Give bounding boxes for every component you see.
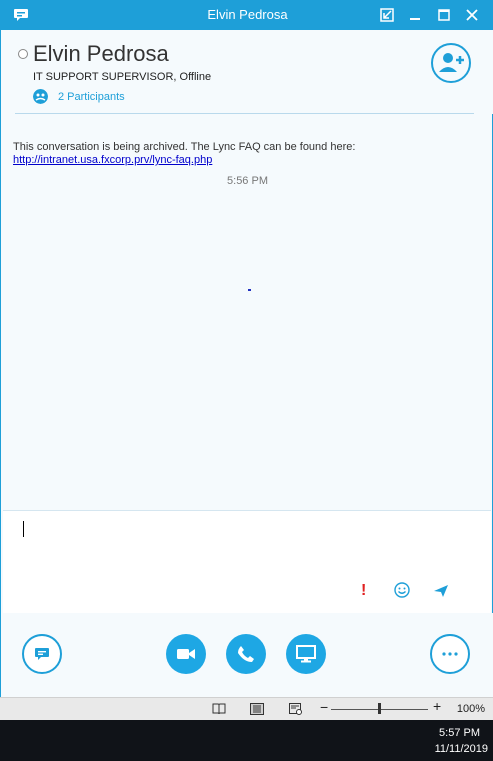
taskbar-clock-time[interactable]: 5:57 PM <box>439 727 480 739</box>
ellipsis-icon <box>442 652 458 656</box>
taskbar: 5:57 PM 11/11/2019 <box>0 720 493 761</box>
web-layout-icon[interactable] <box>289 703 303 715</box>
zoom-slider-thumb[interactable] <box>378 703 381 714</box>
message-input[interactable] <box>3 510 491 614</box>
presence-status-icon <box>18 49 28 59</box>
faq-link[interactable]: http://intranet.usa.fxcorp.prv/lync-faq.… <box>13 154 212 166</box>
emoticon-icon[interactable] <box>394 582 410 598</box>
taskbar-clock-date[interactable]: 11/11/2019 <box>435 743 488 755</box>
text-caret <box>23 521 24 537</box>
read-mode-icon[interactable] <box>212 703 226 715</box>
pop-out-icon[interactable] <box>378 6 396 24</box>
minimize-icon[interactable] <box>406 6 424 24</box>
contact-status: IT SUPPORT SUPERVISOR, Offline <box>33 71 212 83</box>
monitor-icon <box>296 645 316 663</box>
zoom-level[interactable]: 100% <box>457 703 485 715</box>
title-bar[interactable]: Elvin Pedrosa <box>1 0 493 30</box>
close-icon[interactable] <box>463 6 481 24</box>
more-options-button[interactable] <box>430 634 470 674</box>
message-timestamp: 5:56 PM <box>227 175 268 187</box>
add-person-icon[interactable] <box>431 43 471 83</box>
phone-icon <box>238 646 254 662</box>
cursor-mark <box>248 289 251 291</box>
zoom-in-button[interactable]: + <box>433 698 441 714</box>
chat-bubble-icon <box>35 648 49 660</box>
send-icon[interactable] <box>433 584 449 598</box>
importance-button[interactable]: ! <box>361 582 366 600</box>
participants-link[interactable]: 2 Participants <box>58 91 125 103</box>
zoom-out-button[interactable]: − <box>320 699 328 715</box>
participants-icon[interactable] <box>33 89 48 104</box>
conversation-window: Elvin Pedrosa Elvin Pedrosa IT SUPPORT S… <box>0 0 493 697</box>
archive-notice: This conversation is being archived. The… <box>13 141 356 153</box>
conversation-history[interactable] <box>2 114 493 510</box>
status-bar: − + 100% <box>0 697 493 721</box>
video-camera-icon <box>177 649 195 659</box>
maximize-icon[interactable] <box>435 6 453 24</box>
contact-name[interactable]: Elvin Pedrosa <box>33 41 169 67</box>
share-screen-button[interactable] <box>286 634 326 674</box>
print-layout-icon[interactable] <box>250 703 264 715</box>
video-call-button[interactable] <box>166 634 206 674</box>
audio-call-button[interactable] <box>226 634 266 674</box>
im-button[interactable] <box>22 634 62 674</box>
